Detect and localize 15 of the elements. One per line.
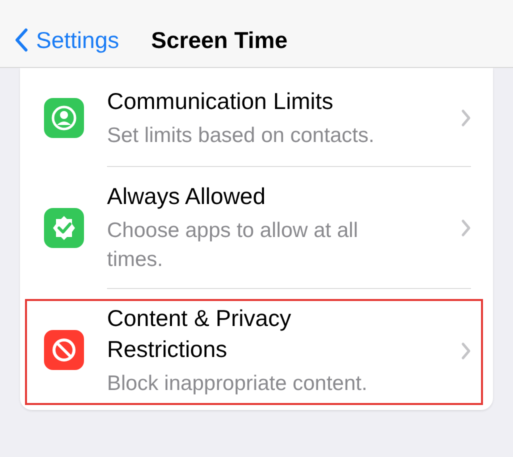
settings-row[interactable]: Communication Limits Set limits based on contacts. [20, 68, 493, 167]
chevron-icon [461, 342, 471, 360]
chevron-icon [461, 109, 471, 127]
row-title: Always Allowed [107, 182, 267, 211]
settings-row[interactable]: Always Allowed Choose apps to allow at all times. [20, 167, 493, 289]
row-subtitle: Set limits based on contacts. [107, 123, 376, 149]
settings-row[interactable]: Content & Privacy Restrictions Block inappropriate content. [20, 289, 493, 410]
back-button[interactable]: Settings [0, 22, 120, 57]
back-chevron-icon [14, 28, 28, 52]
row-title: Communication Limits [107, 87, 334, 116]
row-subtitle: Choose apps to allow at all times. [107, 218, 359, 273]
chevron-icon [461, 218, 471, 236]
screen-title: Screen Time [151, 26, 288, 54]
row-title: Content & Privacy Restrictions [107, 304, 292, 364]
row-subtitle: Block inappropriate content. [107, 371, 368, 397]
